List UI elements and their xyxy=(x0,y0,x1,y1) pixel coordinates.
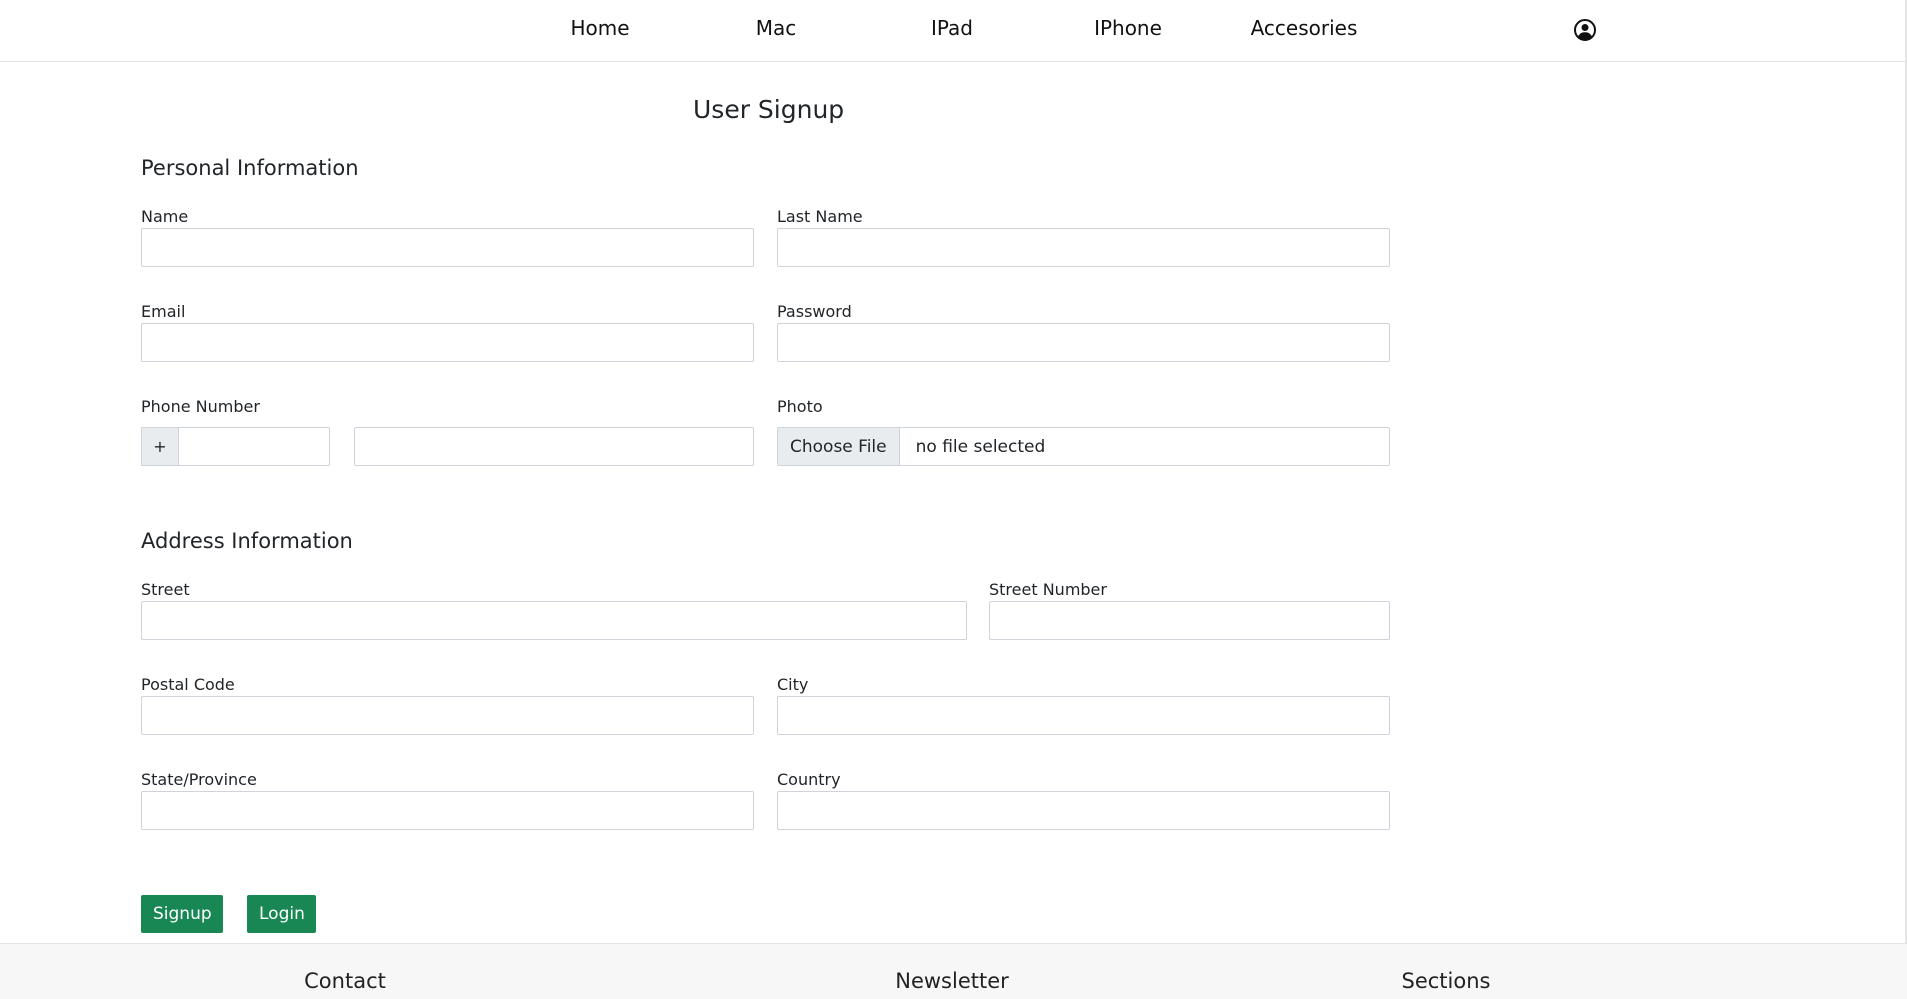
top-navbar: Home Mac IPad IPhone Accesories xyxy=(0,0,1907,62)
street-input[interactable] xyxy=(141,601,967,640)
photo-file-input[interactable]: Choose File no file selected xyxy=(777,427,1390,466)
page-title: User Signup xyxy=(693,95,845,124)
last-name-input[interactable] xyxy=(777,228,1390,267)
footer-contact-heading: Contact xyxy=(304,969,386,993)
photo-label: Photo xyxy=(777,397,823,416)
phone-prefix-addon: + xyxy=(141,427,178,466)
login-button[interactable]: Login xyxy=(247,895,316,933)
nav-mac-link[interactable]: Mac xyxy=(706,16,846,40)
phone-country-code-input[interactable] xyxy=(178,427,330,466)
choose-file-button[interactable]: Choose File xyxy=(778,428,900,465)
signup-button[interactable]: Signup xyxy=(141,895,223,933)
state-province-input[interactable] xyxy=(141,791,754,830)
name-input[interactable] xyxy=(141,228,754,267)
city-input[interactable] xyxy=(777,696,1390,735)
country-input[interactable] xyxy=(777,791,1390,830)
postal-code-label: Postal Code xyxy=(141,675,235,694)
email-label: Email xyxy=(141,302,186,321)
password-input[interactable] xyxy=(777,323,1390,362)
user-circle-icon[interactable] xyxy=(1573,18,1597,42)
phone-number-input[interactable] xyxy=(354,427,754,466)
postal-code-input[interactable] xyxy=(141,696,754,735)
footer-newsletter-heading: Newsletter xyxy=(895,969,1009,993)
nav-iphone-link[interactable]: IPhone xyxy=(1058,16,1198,40)
street-number-label: Street Number xyxy=(989,580,1107,599)
personal-info-heading: Personal Information xyxy=(141,156,359,180)
street-number-input[interactable] xyxy=(989,601,1390,640)
city-label: City xyxy=(777,675,809,694)
footer-sections-heading: Sections xyxy=(1401,969,1491,993)
last-name-label: Last Name xyxy=(777,207,863,226)
nav-accessories-link[interactable]: Accesories xyxy=(1234,16,1374,40)
state-province-label: State/Province xyxy=(141,770,257,789)
name-label: Name xyxy=(141,207,189,226)
country-label: Country xyxy=(777,770,841,789)
nav-home-link[interactable]: Home xyxy=(530,16,670,40)
nav-ipad-link[interactable]: IPad xyxy=(882,16,1022,40)
address-info-heading: Address Information xyxy=(141,529,353,553)
street-label: Street xyxy=(141,580,190,599)
phone-number-label: Phone Number xyxy=(141,397,260,416)
password-label: Password xyxy=(777,302,852,321)
file-status-text: no file selected xyxy=(915,436,1046,457)
footer: Contact Newsletter Sections xyxy=(0,943,1907,999)
email-input[interactable] xyxy=(141,323,754,362)
